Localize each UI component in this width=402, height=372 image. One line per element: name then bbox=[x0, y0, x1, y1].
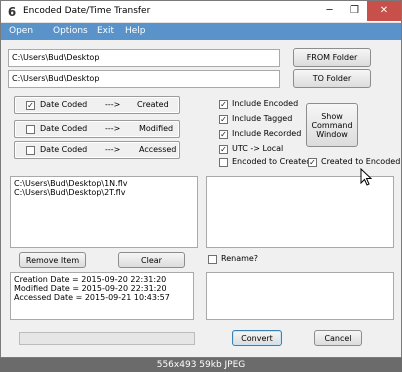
include-recorded-checkbox[interactable]: ✓ bbox=[219, 130, 228, 139]
date-accessed-target: Accessed bbox=[139, 145, 177, 154]
to-folder-button[interactable]: TO Folder bbox=[293, 69, 371, 88]
include-encoded-checkbox[interactable]: ✓ bbox=[219, 100, 228, 109]
rename-output-box[interactable] bbox=[206, 272, 394, 320]
app-window: 6 Encoded Date/Time Transfer ─ ❐ ✕ Open … bbox=[0, 0, 402, 358]
menu-bar: Open Options Exit Help bbox=[1, 23, 401, 40]
date-accessed-checkbox[interactable] bbox=[26, 146, 35, 155]
date-created-checkbox[interactable]: ✓ bbox=[26, 101, 35, 110]
date-accessed-arrow: ---> bbox=[105, 145, 121, 154]
date-created-arrow: ---> bbox=[105, 100, 121, 109]
show-command-window-button[interactable]: Show Command Window bbox=[306, 103, 358, 147]
date-info-box: Creation Date = 2015-09-20 22:31:20 Modi… bbox=[10, 272, 194, 320]
menu-options[interactable]: Options bbox=[53, 26, 88, 36]
from-folder-field[interactable]: C:\Users\Bud\Desktop bbox=[8, 49, 280, 67]
include-tagged-label: Include Tagged bbox=[232, 114, 293, 123]
modified-date-line: Modified Date = 2015-09-20 22:31:20 bbox=[14, 284, 167, 293]
date-row-accessed: Date Coded ---> Accessed bbox=[14, 141, 180, 159]
menu-exit[interactable]: Exit bbox=[97, 26, 114, 36]
utc-local-checkbox[interactable]: ✓ bbox=[219, 145, 228, 154]
cancel-button[interactable]: Cancel bbox=[314, 330, 362, 346]
title-bar[interactable]: 6 Encoded Date/Time Transfer ─ ❐ ✕ bbox=[1, 1, 401, 23]
date-modified-checkbox[interactable] bbox=[26, 125, 35, 134]
created-to-encoded-label: Created to Encoded bbox=[321, 157, 401, 166]
convert-button[interactable]: Convert bbox=[232, 330, 282, 346]
include-tagged-checkbox[interactable]: ✓ bbox=[219, 115, 228, 124]
date-modified-label: Date Coded bbox=[40, 124, 88, 133]
accessed-date-line: Accessed Date = 2015-09-21 10:43:57 bbox=[14, 293, 170, 302]
file-list-item[interactable]: C:\Users\Bud\Desktop\2T.flv bbox=[14, 188, 194, 197]
date-row-modified: Date Coded ---> Modified bbox=[14, 120, 180, 138]
date-modified-arrow: ---> bbox=[105, 124, 121, 133]
date-accessed-label: Date Coded bbox=[40, 145, 88, 154]
file-list[interactable]: C:\Users\Bud\Desktop\1N.flv C:\Users\Bud… bbox=[10, 176, 198, 248]
utc-local-label: UTC -> Local bbox=[232, 144, 284, 153]
minimize-button[interactable]: ─ bbox=[317, 1, 342, 21]
to-folder-field[interactable]: C:\Users\Bud\Desktop bbox=[8, 70, 280, 88]
date-created-label: Date Coded bbox=[40, 100, 88, 109]
from-folder-button[interactable]: FROM Folder bbox=[293, 48, 371, 67]
menu-help[interactable]: Help bbox=[125, 26, 146, 36]
app-icon: 6 bbox=[7, 5, 17, 19]
menu-open[interactable]: Open bbox=[9, 26, 33, 36]
clear-button[interactable]: Clear bbox=[118, 252, 185, 268]
include-recorded-label: Include Recorded bbox=[232, 129, 302, 138]
created-to-encoded-checkbox[interactable]: ✓ bbox=[308, 158, 317, 167]
progress-bar bbox=[19, 332, 195, 345]
date-created-target: Created bbox=[137, 100, 169, 109]
encoded-to-created-checkbox[interactable] bbox=[219, 158, 228, 167]
image-caption: 556x493 59kb JPEG bbox=[0, 358, 402, 372]
maximize-button[interactable]: ❐ bbox=[342, 1, 367, 21]
mouse-cursor-icon bbox=[360, 168, 373, 186]
date-modified-target: Modified bbox=[139, 124, 174, 133]
creation-date-line: Creation Date = 2015-09-20 22:31:20 bbox=[14, 275, 167, 284]
date-row-created: ✓ Date Coded ---> Created bbox=[14, 96, 180, 114]
include-encoded-label: Include Encoded bbox=[232, 99, 299, 108]
close-button[interactable]: ✕ bbox=[367, 1, 401, 21]
remove-item-button[interactable]: Remove Item bbox=[19, 252, 86, 268]
window-title: Encoded Date/Time Transfer bbox=[23, 6, 151, 16]
encoded-to-created-label: Encoded to Created bbox=[232, 157, 312, 166]
rename-label: Rename? bbox=[221, 254, 259, 263]
file-list-item[interactable]: C:\Users\Bud\Desktop\1N.flv bbox=[14, 179, 194, 188]
rename-checkbox[interactable] bbox=[208, 255, 217, 264]
